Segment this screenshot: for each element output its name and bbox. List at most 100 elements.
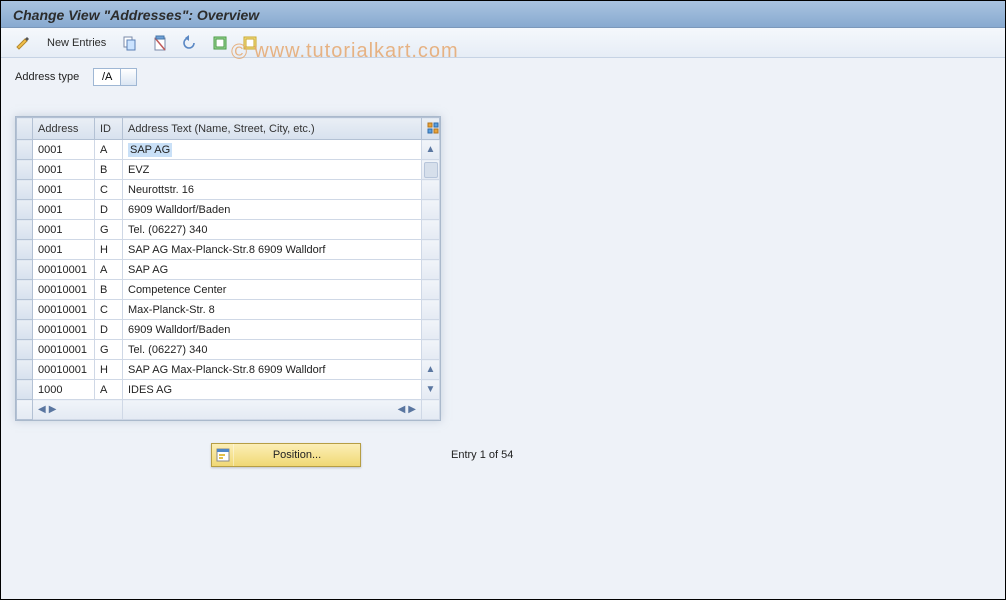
table-row[interactable]: 1000AIDES AG▼: [17, 380, 440, 400]
vscroll-cell: [422, 220, 440, 240]
row-selector[interactable]: [17, 200, 33, 220]
table-row[interactable]: 0001BEVZ: [17, 160, 440, 180]
position-button[interactable]: Position...: [211, 443, 361, 467]
table-row[interactable]: 00010001BCompetence Center: [17, 280, 440, 300]
cell-address[interactable]: 00010001: [33, 260, 95, 280]
vscroll-down-icon[interactable]: ▼: [422, 385, 439, 395]
table-row[interactable]: 0001ASAP AG▲: [17, 140, 440, 160]
address-type-f4-button[interactable]: [121, 68, 137, 86]
cell-address[interactable]: 0001: [33, 140, 95, 160]
row-selector[interactable]: [17, 300, 33, 320]
cell-address[interactable]: 00010001: [33, 300, 95, 320]
position-button-label: Position...: [234, 449, 360, 461]
cell-id[interactable]: A: [95, 380, 123, 400]
cell-text[interactable]: Max-Planck-Str. 8: [123, 300, 422, 320]
row-selector[interactable]: [17, 340, 33, 360]
cell-text[interactable]: Competence Center: [123, 280, 422, 300]
vscroll-cell: [422, 260, 440, 280]
row-selector-header[interactable]: [17, 118, 33, 140]
copy-as-icon[interactable]: [118, 33, 142, 53]
cell-text[interactable]: SAP AG Max-Planck-Str.8 6909 Walldorf: [123, 360, 422, 380]
table-row[interactable]: 00010001GTel. (06227) 340: [17, 340, 440, 360]
address-type-field-row: Address type: [1, 58, 1005, 86]
cell-address[interactable]: 0001: [33, 160, 95, 180]
cell-id[interactable]: G: [95, 340, 123, 360]
cell-id[interactable]: B: [95, 160, 123, 180]
cell-text[interactable]: SAP AG Max-Planck-Str.8 6909 Walldorf: [123, 240, 422, 260]
cell-address[interactable]: 00010001: [33, 280, 95, 300]
cell-text[interactable]: EVZ: [123, 160, 422, 180]
cell-id[interactable]: A: [95, 260, 123, 280]
cell-address[interactable]: 0001: [33, 220, 95, 240]
address-type-input[interactable]: [93, 68, 121, 86]
vscroll-up2-icon[interactable]: ▲: [422, 365, 439, 375]
hscroll-right-icon[interactable]: ▶: [49, 404, 57, 415]
hscroll-left-icon[interactable]: ◀: [38, 404, 46, 415]
column-header-id[interactable]: ID: [95, 118, 123, 140]
undo-icon[interactable]: [178, 33, 202, 53]
vscroll-cell: ▲: [422, 360, 440, 380]
row-selector[interactable]: [17, 160, 33, 180]
deselect-all-icon[interactable]: [238, 33, 262, 53]
vscroll-up-icon[interactable]: ▲: [422, 145, 439, 155]
cell-id[interactable]: G: [95, 220, 123, 240]
cell-text[interactable]: Tel. (06227) 340: [123, 220, 422, 240]
cell-id[interactable]: D: [95, 320, 123, 340]
cell-address[interactable]: 0001: [33, 200, 95, 220]
cell-text[interactable]: SAP AG: [123, 260, 422, 280]
cell-text[interactable]: IDES AG: [123, 380, 422, 400]
cell-text[interactable]: Tel. (06227) 340: [123, 340, 422, 360]
table-row[interactable]: 00010001D6909 Walldorf/Baden: [17, 320, 440, 340]
row-selector[interactable]: [17, 380, 33, 400]
cell-id[interactable]: C: [95, 180, 123, 200]
cell-text[interactable]: SAP AG: [123, 140, 422, 160]
cell-address[interactable]: 00010001: [33, 320, 95, 340]
cell-address[interactable]: 0001: [33, 180, 95, 200]
position-icon: [212, 444, 234, 466]
table-row[interactable]: 00010001CMax-Planck-Str. 8: [17, 300, 440, 320]
cell-id[interactable]: B: [95, 280, 123, 300]
column-header-address[interactable]: Address: [33, 118, 95, 140]
row-selector[interactable]: [17, 260, 33, 280]
delete-icon[interactable]: [148, 33, 172, 53]
vscroll-thumb[interactable]: [424, 162, 438, 178]
table-row[interactable]: 00010001ASAP AG: [17, 260, 440, 280]
new-entries-button[interactable]: New Entries: [41, 33, 112, 53]
vscroll-cell: [422, 300, 440, 320]
cell-text[interactable]: 6909 Walldorf/Baden: [123, 200, 422, 220]
entry-counter: Entry 1 of 54: [451, 449, 513, 461]
cell-text[interactable]: 6909 Walldorf/Baden: [123, 320, 422, 340]
row-selector[interactable]: [17, 320, 33, 340]
table-row[interactable]: 0001CNeurottstr. 16: [17, 180, 440, 200]
row-selector[interactable]: [17, 360, 33, 380]
cell-id[interactable]: C: [95, 300, 123, 320]
vscroll-cell: [422, 320, 440, 340]
row-selector[interactable]: [17, 220, 33, 240]
row-selector[interactable]: [17, 280, 33, 300]
table-row[interactable]: 0001GTel. (06227) 340: [17, 220, 440, 240]
hscroll-right2-icon[interactable]: ▶: [408, 404, 416, 415]
cell-address[interactable]: 0001: [33, 240, 95, 260]
cell-address[interactable]: 00010001: [33, 340, 95, 360]
table-row[interactable]: 0001HSAP AG Max-Planck-Str.8 6909 Walldo…: [17, 240, 440, 260]
table-body: 0001ASAP AG▲0001BEVZ0001CNeurottstr. 160…: [17, 140, 440, 400]
table-settings-icon[interactable]: [422, 118, 440, 140]
table-row[interactable]: 00010001HSAP AG Max-Planck-Str.8 6909 Wa…: [17, 360, 440, 380]
column-header-text[interactable]: Address Text (Name, Street, City, etc.): [123, 118, 422, 140]
row-selector[interactable]: [17, 240, 33, 260]
cell-id[interactable]: H: [95, 240, 123, 260]
cell-id[interactable]: H: [95, 360, 123, 380]
cell-address[interactable]: 00010001: [33, 360, 95, 380]
vscroll-cell: [422, 180, 440, 200]
cell-id[interactable]: A: [95, 140, 123, 160]
toggle-change-icon[interactable]: [11, 33, 35, 53]
cell-text[interactable]: Neurottstr. 16: [123, 180, 422, 200]
application-toolbar: New Entries: [1, 28, 1005, 58]
row-selector[interactable]: [17, 140, 33, 160]
cell-address[interactable]: 1000: [33, 380, 95, 400]
cell-id[interactable]: D: [95, 200, 123, 220]
select-all-icon[interactable]: [208, 33, 232, 53]
table-row[interactable]: 0001D6909 Walldorf/Baden: [17, 200, 440, 220]
row-selector[interactable]: [17, 180, 33, 200]
hscroll-left2-icon[interactable]: ◀: [398, 404, 406, 415]
